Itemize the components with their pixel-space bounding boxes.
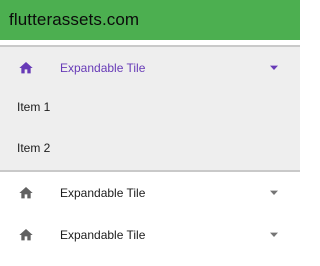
app-title: flutterassets.com <box>9 10 140 29</box>
arrow-drop-down-icon <box>270 190 278 195</box>
tile-label: Expandable Tile <box>60 61 146 75</box>
arrow-drop-down-icon <box>270 65 278 70</box>
expandable-tile-3-header[interactable]: Expandable Tile <box>0 214 300 256</box>
arrow-drop-down-icon <box>270 232 278 237</box>
home-icon <box>19 187 33 199</box>
expanded-tile-panel: Expandable Tile Item 1 Item 2 <box>0 47 300 170</box>
app-bar: flutterassets.com <box>0 0 300 40</box>
home-icon <box>19 62 33 74</box>
child-item-1[interactable]: Item 1 <box>0 89 300 125</box>
tile-label: Expandable Tile <box>60 186 146 200</box>
child-item-2[interactable]: Item 2 <box>0 130 300 166</box>
tile-label: Expandable Tile <box>60 228 146 242</box>
child-item-label: Item 2 <box>17 141 51 155</box>
expandable-tile-2-header[interactable]: Expandable Tile <box>0 172 300 214</box>
home-icon <box>19 229 33 241</box>
expandable-tile-1-header[interactable]: Expandable Tile <box>0 47 300 89</box>
child-item-label: Item 1 <box>17 100 51 114</box>
